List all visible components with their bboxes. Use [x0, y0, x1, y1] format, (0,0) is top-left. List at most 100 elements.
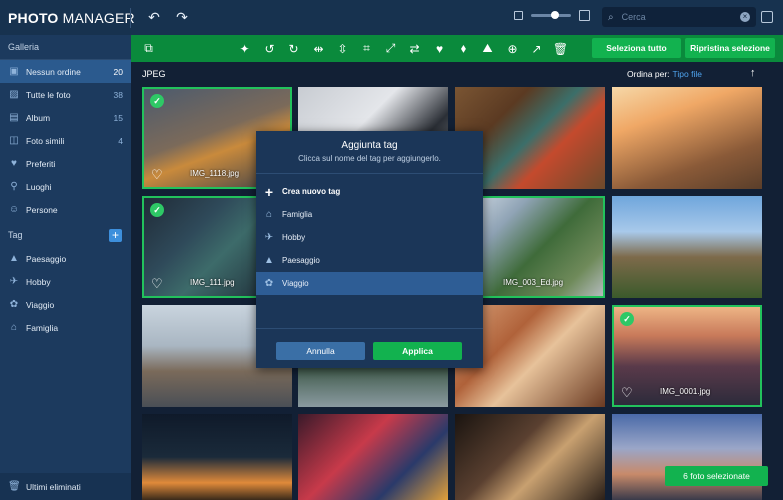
favorite-icon[interactable]: ♥ [432, 41, 447, 56]
convert-icon[interactable]: ⇄ [407, 41, 422, 56]
content-header: JPEG Ordina per: Tipo file ↑ [131, 62, 783, 86]
thumbnail-size-control [514, 10, 590, 21]
stack-icon: ▣ [9, 66, 19, 77]
redo-icon[interactable]: ↷ [173, 9, 191, 26]
plus-icon: + [264, 183, 274, 200]
photo-icon: ▨ [9, 89, 19, 100]
crop-icon[interactable]: ⌗ [359, 41, 374, 56]
sidebar-tag-hobby[interactable]: ✈ Hobby [0, 270, 131, 293]
sidebar-tag-paesaggio[interactable]: ▲ Paesaggio [0, 247, 131, 270]
palm-icon: ✿ [264, 278, 274, 289]
sidebar-item-album[interactable]: ▤ Album 15 [0, 106, 131, 129]
palm-icon: ✿ [9, 299, 19, 310]
sort-label: Ordina per: [627, 69, 670, 79]
sidebar-item-label: Nessun ordine [26, 66, 81, 77]
tag-option-viaggio[interactable]: ✿ Viaggio [256, 272, 483, 295]
photo-thumbnail[interactable]: ✓ ♡ IMG_0001.jpg [612, 305, 762, 407]
resize-icon[interactable]: ⤢ [383, 41, 398, 56]
clear-search-icon[interactable]: × [740, 12, 750, 22]
undo-icon[interactable]: ↶ [145, 9, 163, 26]
sidebar-item-tutte-le-foto[interactable]: ▨ Tutte le foto 38 [0, 83, 131, 106]
sidebar-item-label: Preferiti [26, 158, 56, 169]
house-icon: ⌂ [265, 209, 273, 220]
pin-icon: ⚲ [10, 181, 18, 192]
sidebar-tag-viaggio[interactable]: ✿ Viaggio [0, 293, 131, 316]
album-icon: ▤ [9, 112, 19, 123]
gallery-header: Galleria [0, 35, 131, 60]
apply-button[interactable]: Applica [373, 342, 462, 360]
select-all-button[interactable]: Seleziona tutto [592, 38, 681, 58]
photo-thumbnail[interactable] [298, 414, 448, 500]
divider [256, 328, 483, 329]
tag-option-famiglia[interactable]: ⌂ Famiglia [256, 203, 483, 226]
person-add-icon[interactable]: ⊕ [505, 41, 520, 56]
sidebar-item-luoghi[interactable]: ⚲ Luoghi [0, 175, 131, 198]
share-icon[interactable]: ↗ [529, 41, 544, 56]
cancel-button[interactable]: Annulla [276, 342, 365, 360]
flip-vertical-icon[interactable]: ⇳ [335, 41, 350, 56]
heart-outline-icon[interactable]: ♡ [621, 386, 633, 399]
sidebar-item-foto-simili[interactable]: ◫ Foto simili 4 [0, 129, 131, 152]
sidebar-tag-famiglia[interactable]: ⌂ Famiglia [0, 316, 131, 339]
sidebar-item-count: 38 [113, 89, 123, 100]
tag-option-paesaggio[interactable]: ▲ Paesaggio [256, 249, 483, 272]
reset-selection-button[interactable]: Ripristina selezione [685, 38, 775, 58]
create-new-tag-item[interactable]: + Crea nuovo tag [256, 180, 483, 203]
tag-option-hobby[interactable]: ✈ Hobby [256, 226, 483, 249]
sidebar-item-label: Album [26, 112, 51, 123]
sidebar-item-count: 15 [113, 112, 123, 123]
photo-thumbnail[interactable] [612, 196, 762, 298]
flip-horizontal-icon[interactable]: ⇹ [311, 41, 326, 56]
photo-filename: IMG_111.jpg [190, 278, 235, 287]
selection-count-badge[interactable]: 6 foto selezionate [665, 466, 768, 486]
selected-check-icon[interactable]: ✓ [150, 203, 164, 217]
search-input[interactable] [621, 12, 740, 22]
thumbnail-size-slider[interactable] [531, 11, 571, 19]
create-tag-label: Crea nuovo tag [282, 187, 341, 196]
sort-direction-icon[interactable]: ↑ [750, 67, 756, 79]
sidebar-item-label: Paesaggio [26, 253, 67, 264]
heart-outline-icon[interactable]: ♡ [151, 168, 163, 181]
tag-header-label: Tag [8, 230, 23, 240]
slider-knob[interactable] [551, 11, 559, 19]
rotate-right-icon[interactable]: ↻ [286, 41, 301, 56]
small-thumbnail-icon[interactable] [514, 11, 523, 20]
sidebar-item-persone[interactable]: ☺ Persone [0, 198, 131, 221]
rotate-left-icon[interactable]: ↺ [262, 41, 277, 56]
person-icon: ☺ [8, 204, 20, 215]
heart-outline-icon[interactable]: ♡ [151, 277, 163, 290]
tag-icon[interactable]: ⬧ [456, 41, 471, 56]
location-icon[interactable]: ⛰ [480, 41, 495, 56]
photo-thumbnail[interactable] [455, 414, 605, 500]
sidebar-item-count: 4 [118, 135, 123, 146]
delete-icon[interactable]: 🗑 [553, 41, 568, 56]
sort-value[interactable]: Tipo file [673, 69, 702, 79]
sidebar-item-ultimi-eliminati[interactable]: 🗑 Ultimi eliminati [0, 473, 131, 500]
app-logo: PHOTO MANAGER [8, 9, 135, 26]
magic-wand-icon[interactable]: ✦ [237, 41, 252, 56]
landscape-icon: ▲ [264, 255, 274, 266]
similar-icon: ◫ [9, 135, 19, 146]
sidebar-item-label: Tutte le foto [26, 89, 71, 100]
selected-check-icon[interactable]: ✓ [620, 312, 634, 326]
sidebar-item-preferiti[interactable]: ♥ Preferiti [0, 152, 131, 175]
house-icon: ⌂ [10, 322, 18, 333]
tag-option-label: Hobby [282, 233, 306, 242]
sidebar-item-label: Persone [26, 204, 58, 215]
add-tag-button[interactable]: + [109, 229, 122, 242]
selected-check-icon[interactable]: ✓ [150, 94, 164, 108]
sidebar-item-nessun-ordine[interactable]: ▣ Nessun ordine 20 [0, 60, 131, 83]
sidebar-item-label: Ultimi eliminati [26, 481, 81, 492]
sidebar-item-label: Hobby [26, 276, 51, 287]
large-thumbnail-icon[interactable] [579, 10, 590, 21]
photo-thumbnail[interactable] [142, 414, 292, 500]
action-toolbar: ⧉ ✦ ↺ ↻ ⇹ ⇳ ⌗ ⤢ ⇄ ♥ ⬧ ⛰ ⊕ ↗ 🗑 Seleziona … [131, 35, 783, 62]
add-to-album-icon[interactable]: ⧉ [141, 41, 156, 56]
tag-header: Tag + [0, 223, 131, 247]
top-bar: PHOTO MANAGER ↶ ↷ ⌕ × [0, 0, 783, 35]
photo-thumbnail[interactable] [612, 414, 762, 500]
tag-option-label: Paesaggio [282, 256, 320, 265]
sidebar-item-count: 20 [113, 66, 123, 77]
photo-thumbnail[interactable] [612, 87, 762, 189]
calendar-icon[interactable] [761, 11, 773, 23]
